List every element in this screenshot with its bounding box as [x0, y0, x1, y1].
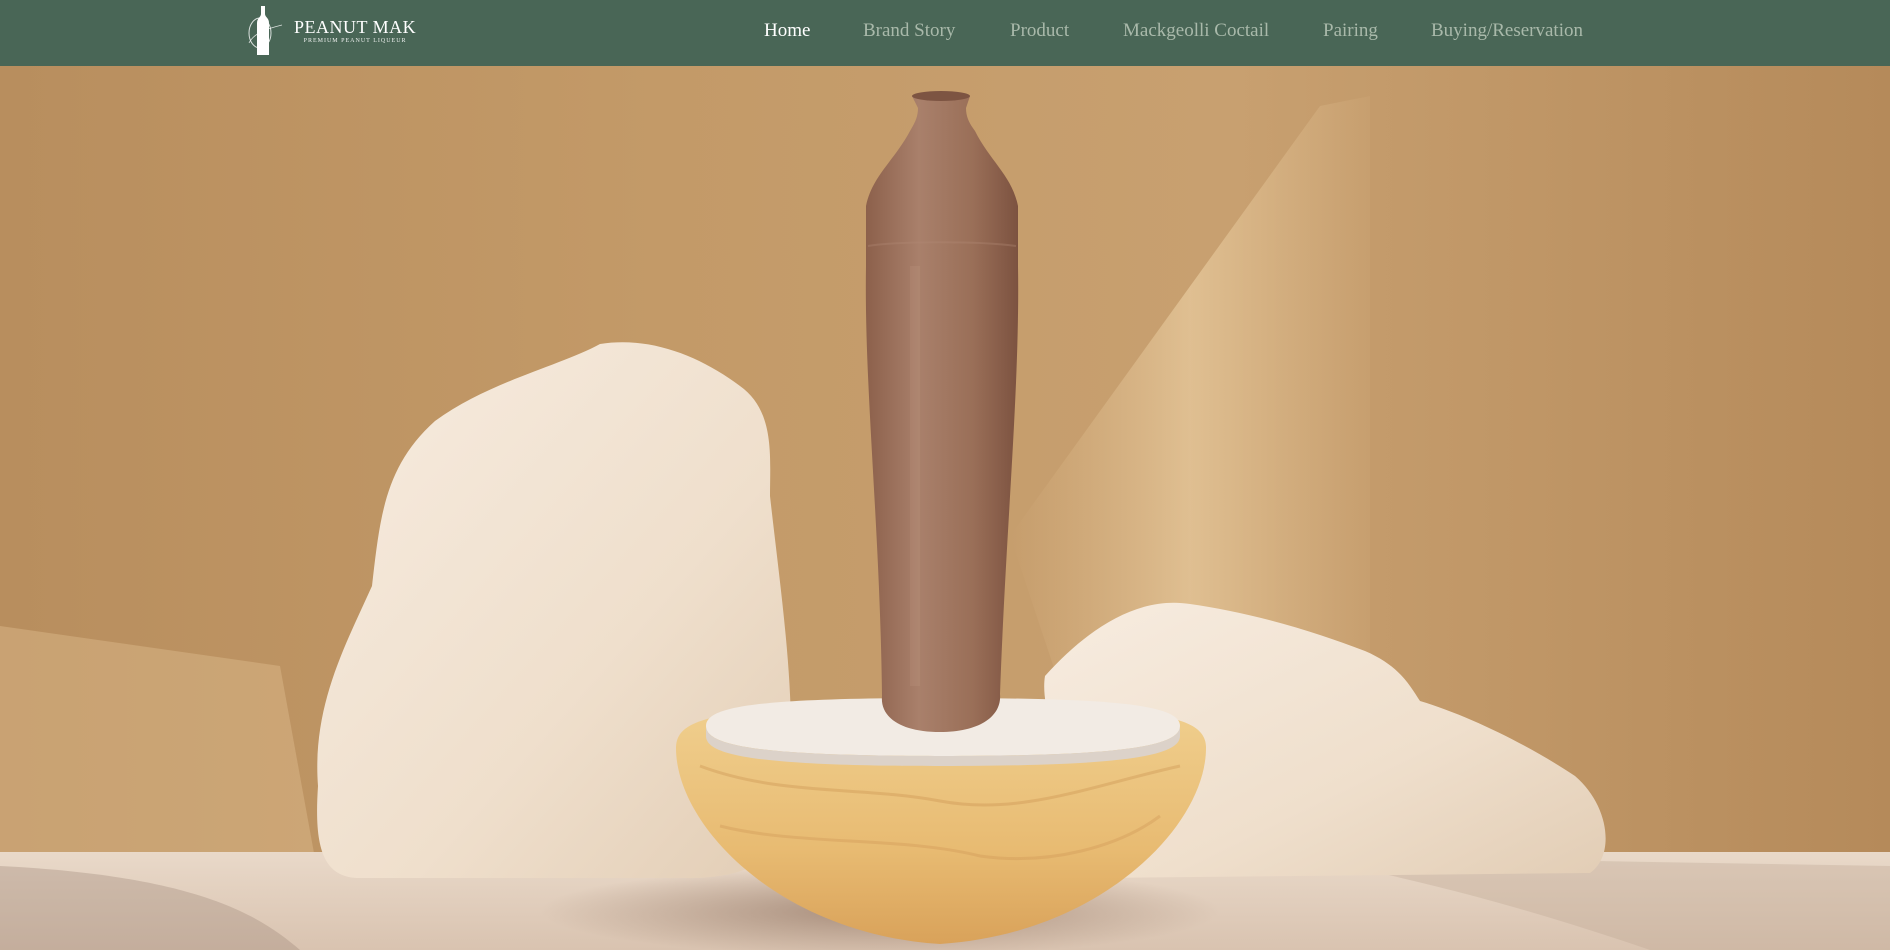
- hero-image: [0, 66, 1890, 950]
- nav-pairing[interactable]: Pairing: [1323, 20, 1378, 42]
- hero-carousel[interactable]: [0, 66, 1890, 950]
- site-header: PEANUT MAK PREMIUM PEANUT LIQUEUR Home B…: [0, 0, 1890, 66]
- logo-name: PEANUT MAK: [294, 17, 417, 37]
- nav-mackgeolli-cocktail[interactable]: Mackgeolli Coctail: [1123, 20, 1269, 42]
- logo-tagline: PREMIUM PEANUT LIQUEUR: [303, 38, 407, 44]
- nav-home[interactable]: Home: [764, 20, 810, 42]
- brand-logo[interactable]: PEANUT MAK PREMIUM PEANUT LIQUEUR: [246, 2, 416, 60]
- nav-buying-reservation[interactable]: Buying/Reservation: [1431, 20, 1583, 42]
- bottle-logo-icon: [248, 6, 283, 55]
- nav-product[interactable]: Product: [1010, 20, 1069, 42]
- logo-wordmark: PEANUT MAK PREMIUM PEANUT LIQUEUR: [294, 17, 416, 45]
- nav-brand-story[interactable]: Brand Story: [863, 20, 955, 42]
